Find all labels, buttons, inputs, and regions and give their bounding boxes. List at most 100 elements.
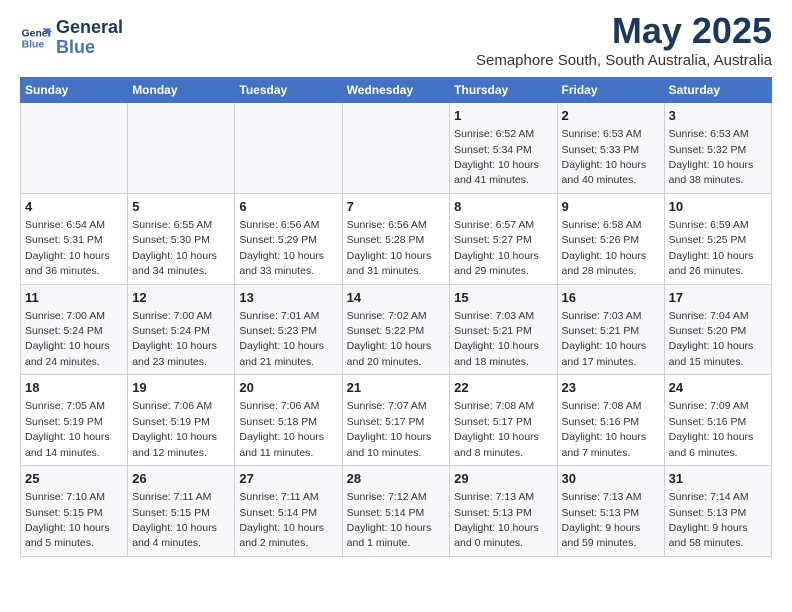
day-number: 24: [669, 379, 767, 397]
calendar-cell: [128, 103, 235, 194]
day-header-thursday: Thursday: [450, 78, 557, 103]
day-number: 10: [669, 198, 767, 216]
calendar-cell: 23Sunrise: 7:08 AM Sunset: 5:16 PM Dayli…: [557, 375, 664, 466]
svg-text:Blue: Blue: [22, 39, 45, 50]
day-info: Sunrise: 7:02 AM Sunset: 5:22 PM Dayligh…: [347, 310, 432, 368]
calendar-cell: 4 Sunrise: 6:54 AM Sunset: 5:31 PM Daylig…: [21, 193, 128, 284]
calendar-cell: [21, 103, 128, 194]
day-number: 27: [239, 470, 337, 488]
day-number: 4: [25, 198, 123, 216]
day-info: Sunrise: 7:08 AM Sunset: 5:16 PM Dayligh…: [562, 400, 647, 458]
day-info: Sunrise: 7:00 AM Sunset: 5:24 PM Dayligh…: [132, 310, 217, 368]
day-number: 29: [454, 470, 552, 488]
day-info: Sunrise: 6:53 AM Sunset: 5:33 PM Dayligh…: [562, 128, 647, 186]
calendar-cell: 15Sunrise: 7:03 AM Sunset: 5:21 PM Dayli…: [450, 284, 557, 375]
calendar-cell: 29 Sunrise: 7:13 AM Sunset: 5:13 PM Dayli…: [450, 466, 557, 557]
calendar-cell: 9 Sunrise: 6:58 AM Sunset: 5:26 PM Daylig…: [557, 193, 664, 284]
calendar-cell: 2 Sunrise: 6:53 AM Sunset: 5:33 PM Daylig…: [557, 103, 664, 194]
day-info: Sunrise: 7:08 AM Sunset: 5:17 PM Dayligh…: [454, 400, 539, 458]
day-header-friday: Friday: [557, 78, 664, 103]
day-number: 1: [454, 107, 552, 125]
calendar-cell: 12Sunrise: 7:00 AM Sunset: 5:24 PM Dayli…: [128, 284, 235, 375]
calendar-week-1: 1 Sunrise: 6:52 AM Sunset: 5:34 PM Daylig…: [21, 103, 772, 194]
day-number: 14: [347, 289, 446, 307]
day-header-monday: Monday: [128, 78, 235, 103]
calendar-cell: [235, 103, 342, 194]
day-info: Sunrise: 6:58 AM Sunset: 5:26 PM Dayligh…: [562, 219, 647, 277]
day-info: Sunrise: 7:04 AM Sunset: 5:20 PM Dayligh…: [669, 310, 754, 368]
day-info: Sunrise: 6:52 AM Sunset: 5:34 PM Dayligh…: [454, 128, 539, 186]
calendar-cell: 24 Sunrise: 7:09 AM Sunset: 5:16 PM Dayli…: [664, 375, 771, 466]
day-info: Sunrise: 6:53 AM Sunset: 5:32 PM Dayligh…: [669, 128, 754, 186]
calendar-week-3: 11Sunrise: 7:00 AM Sunset: 5:24 PM Dayli…: [21, 284, 772, 375]
day-number: 3: [669, 107, 767, 125]
calendar-cell: 1 Sunrise: 6:52 AM Sunset: 5:34 PM Daylig…: [450, 103, 557, 194]
day-number: 13: [239, 289, 337, 307]
day-number: 31: [669, 470, 767, 488]
calendar-cell: 13 Sunrise: 7:01 AM Sunset: 5:23 PM Dayli…: [235, 284, 342, 375]
day-info: Sunrise: 6:56 AM Sunset: 5:29 PM Dayligh…: [239, 219, 324, 277]
calendar-cell: 10 Sunrise: 6:59 AM Sunset: 5:25 PM Dayli…: [664, 193, 771, 284]
calendar-cell: 30 Sunrise: 7:13 AM Sunset: 5:13 PM Dayli…: [557, 466, 664, 557]
day-number: 30: [562, 470, 660, 488]
calendar-cell: 22 Sunrise: 7:08 AM Sunset: 5:17 PM Dayli…: [450, 375, 557, 466]
calendar-cell: 26 Sunrise: 7:11 AM Sunset: 5:15 PM Dayli…: [128, 466, 235, 557]
day-number: 9: [562, 198, 660, 216]
day-info: Sunrise: 7:03 AM Sunset: 5:21 PM Dayligh…: [562, 310, 647, 368]
day-number: 25: [25, 470, 123, 488]
day-number: 26: [132, 470, 230, 488]
calendar-cell: 18 Sunrise: 7:05 AM Sunset: 5:19 PM Dayli…: [21, 375, 128, 466]
calendar-cell: 16 Sunrise: 7:03 AM Sunset: 5:21 PM Dayli…: [557, 284, 664, 375]
day-info: Sunrise: 7:01 AM Sunset: 5:23 PM Dayligh…: [239, 310, 324, 368]
calendar-cell: 3 Sunrise: 6:53 AM Sunset: 5:32 PM Daylig…: [664, 103, 771, 194]
day-info: Sunrise: 6:55 AM Sunset: 5:30 PM Dayligh…: [132, 219, 217, 277]
day-info: Sunrise: 7:13 AM Sunset: 5:13 PM Dayligh…: [454, 491, 539, 549]
day-info: Sunrise: 7:06 AM Sunset: 5:18 PM Dayligh…: [239, 400, 324, 458]
calendar-cell: 28Sunrise: 7:12 AM Sunset: 5:14 PM Dayli…: [342, 466, 450, 557]
day-info: Sunrise: 6:54 AM Sunset: 5:31 PM Dayligh…: [25, 219, 110, 277]
calendar-cell: 7 Sunrise: 6:56 AM Sunset: 5:28 PM Daylig…: [342, 193, 450, 284]
calendar-cell: 20 Sunrise: 7:06 AM Sunset: 5:18 PM Dayli…: [235, 375, 342, 466]
day-number: 5: [132, 198, 230, 216]
day-number: 21: [347, 379, 446, 397]
calendar-cell: 21 Sunrise: 7:07 AM Sunset: 5:17 PM Dayli…: [342, 375, 450, 466]
day-info: Sunrise: 7:07 AM Sunset: 5:17 PM Dayligh…: [347, 400, 432, 458]
day-number: 6: [239, 198, 337, 216]
calendar-cell: 25 Sunrise: 7:10 AM Sunset: 5:15 PM Dayli…: [21, 466, 128, 557]
day-info: Sunrise: 6:56 AM Sunset: 5:28 PM Dayligh…: [347, 219, 432, 277]
day-number: 16: [562, 289, 660, 307]
calendar-header-row: SundayMondayTuesdayWednesdayThursdayFrid…: [21, 78, 772, 103]
day-info: Sunrise: 7:14 AM Sunset: 5:13 PM Dayligh…: [669, 491, 749, 549]
day-info: Sunrise: 6:59 AM Sunset: 5:25 PM Dayligh…: [669, 219, 754, 277]
day-info: Sunrise: 7:05 AM Sunset: 5:19 PM Dayligh…: [25, 400, 110, 458]
day-number: 7: [347, 198, 446, 216]
day-number: 22: [454, 379, 552, 397]
day-info: Sunrise: 7:06 AM Sunset: 5:19 PM Dayligh…: [132, 400, 217, 458]
day-info: Sunrise: 7:13 AM Sunset: 5:13 PM Dayligh…: [562, 491, 642, 549]
day-number: 18: [25, 379, 123, 397]
subtitle: Semaphore South, South Australia, Austra…: [476, 52, 772, 69]
logo: General Blue General Blue: [20, 18, 123, 58]
day-info: Sunrise: 7:11 AM Sunset: 5:15 PM Dayligh…: [132, 491, 217, 549]
title-block: May 2025 Semaphore South, South Australi…: [476, 10, 772, 69]
day-header-wednesday: Wednesday: [342, 78, 450, 103]
day-number: 17: [669, 289, 767, 307]
day-info: Sunrise: 7:10 AM Sunset: 5:15 PM Dayligh…: [25, 491, 110, 549]
day-number: 20: [239, 379, 337, 397]
calendar-cell: 8Sunrise: 6:57 AM Sunset: 5:27 PM Daylig…: [450, 193, 557, 284]
day-header-sunday: Sunday: [21, 78, 128, 103]
calendar-cell: 27 Sunrise: 7:11 AM Sunset: 5:14 PM Dayli…: [235, 466, 342, 557]
calendar-cell: 31 Sunrise: 7:14 AM Sunset: 5:13 PM Dayli…: [664, 466, 771, 557]
day-info: Sunrise: 7:09 AM Sunset: 5:16 PM Dayligh…: [669, 400, 754, 458]
calendar-table: SundayMondayTuesdayWednesdayThursdayFrid…: [20, 77, 772, 557]
day-number: 19: [132, 379, 230, 397]
calendar-cell: [342, 103, 450, 194]
calendar-cell: 19 Sunrise: 7:06 AM Sunset: 5:19 PM Dayli…: [128, 375, 235, 466]
logo-text: General Blue: [56, 18, 123, 58]
day-header-tuesday: Tuesday: [235, 78, 342, 103]
day-info: Sunrise: 6:57 AM Sunset: 5:27 PM Dayligh…: [454, 219, 539, 277]
day-info: Sunrise: 7:12 AM Sunset: 5:14 PM Dayligh…: [347, 491, 432, 549]
day-number: 2: [562, 107, 660, 125]
day-number: 15: [454, 289, 552, 307]
day-info: Sunrise: 7:11 AM Sunset: 5:14 PM Dayligh…: [239, 491, 324, 549]
